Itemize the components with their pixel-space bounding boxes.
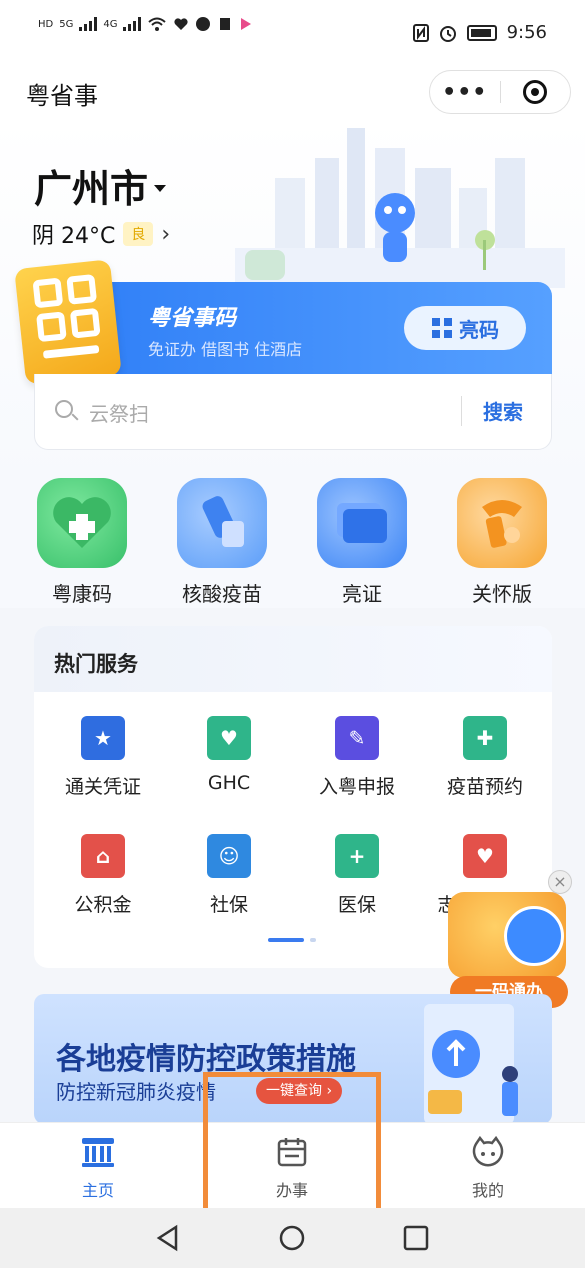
page-dot-active (268, 938, 304, 942)
one-code-widget[interactable]: × 一码通办 (448, 870, 572, 1010)
quick-label: 亮证 (342, 582, 382, 606)
service-customs-pass[interactable]: ★ 通关凭证 (38, 716, 168, 799)
quick-label: 核酸疫苗 (182, 582, 262, 606)
nav-home[interactable]: 主页 (38, 1135, 158, 1201)
test-tube-icon (177, 478, 267, 568)
search-button[interactable]: 搜索 (483, 396, 523, 425)
mini-program-capsule: ••• (429, 70, 571, 114)
service-housing-fund[interactable]: ⌂ 公积金 (38, 834, 168, 917)
target-icon (523, 80, 548, 104)
quick-item-show-id[interactable]: 亮证 (302, 478, 422, 607)
signal-icon (79, 17, 98, 31)
medical-shield-icon: + (335, 834, 379, 878)
service-label: 通关凭证 (64, 776, 141, 798)
banner-subtitle: 防控新冠肺炎疫情 (56, 1080, 216, 1104)
close-icon[interactable]: × (548, 870, 572, 894)
app-title: 粤省事 (26, 82, 98, 110)
service-social-security[interactable]: ☺ 社保 (164, 834, 294, 917)
nav-label: 主页 (81, 1181, 114, 1200)
show-code-label: 亮码 (459, 317, 499, 342)
close-program-button[interactable] (501, 80, 571, 104)
code-card-title: 粤省事码 (148, 306, 237, 331)
clock-time: 9:56 (506, 22, 547, 43)
heart-app-icon (174, 18, 189, 30)
hot-services-title: 热门服务 (34, 626, 552, 692)
app-icon (196, 17, 211, 31)
caret-down-icon (154, 185, 167, 192)
play-app-icon (241, 18, 252, 30)
house-fund-icon: ⌂ (81, 834, 125, 878)
quick-actions: 粤康码 核酸疫苗 亮证 关怀版 (0, 478, 585, 608)
service-label: GHC (207, 772, 251, 794)
chevron-right-icon: › (161, 221, 171, 247)
home-icon (82, 1138, 114, 1167)
battery-icon (466, 24, 497, 41)
mascot-icon (504, 906, 564, 966)
social-security-icon: ☺ (207, 834, 251, 878)
4g-label: 4G (103, 18, 118, 30)
quick-label: 关怀版 (472, 582, 532, 606)
wifi-icon (148, 17, 167, 31)
5g-label: 5G (59, 18, 74, 30)
hd-label: HD (38, 18, 54, 30)
home-circle-icon[interactable] (278, 1224, 306, 1252)
search-bar[interactable]: 云祭扫 搜索 (34, 374, 552, 450)
hero-section: 广州市 阴 24°C 良 › 粤省事码 免证办 借图书 住酒店 亮码 云祭扫 搜… (0, 118, 585, 478)
city-selector[interactable]: 广州市 (34, 158, 167, 213)
ticket-icon: ★ (81, 716, 125, 760)
service-vaccine-booking[interactable]: ✚ 疫苗预约 (420, 716, 550, 799)
syringe-icon: ✚ (463, 716, 507, 760)
status-bar: HD 5G 4G 9:56 (0, 0, 585, 66)
alarm-icon (439, 25, 456, 42)
aqi-badge: 良 (123, 222, 154, 246)
search-divider (461, 396, 462, 426)
qr-grid-icon (432, 318, 452, 338)
weather-info[interactable]: 阴 24°C 良 › (32, 218, 170, 250)
service-label: 医保 (337, 894, 376, 916)
nav-label: 我的 (471, 1181, 504, 1200)
highlight-box (203, 1072, 381, 1214)
service-label: 入粤申报 (318, 776, 395, 798)
more-options-button[interactable]: ••• (430, 80, 500, 105)
edit-doc-icon: ✎ (335, 716, 379, 760)
qr-code-badge-icon (14, 259, 122, 385)
profile-icon (472, 1136, 504, 1167)
quick-label: 粤康码 (52, 582, 112, 606)
service-ghc[interactable]: ♥ GHC (164, 716, 294, 794)
recents-icon[interactable] (402, 1224, 430, 1252)
ghc-logo-icon: ♥ (207, 716, 251, 760)
system-navigation (0, 1208, 585, 1268)
city-name: 广州市 (34, 167, 149, 211)
quick-item-health-code[interactable]: 粤康码 (22, 478, 142, 607)
back-icon[interactable] (154, 1224, 182, 1252)
quick-item-care-edition[interactable]: 关怀版 (442, 478, 562, 607)
city-skyline-illustration (235, 128, 565, 288)
code-card-subtitle: 免证办 借图书 住酒店 (148, 340, 303, 359)
nav-profile[interactable]: 我的 (428, 1135, 548, 1201)
status-left: HD 5G 4G (38, 16, 253, 32)
pagination-dots (268, 938, 316, 942)
search-input[interactable]: 云祭扫 (89, 398, 149, 427)
app-icon (220, 18, 231, 30)
health-heart-icon (37, 478, 127, 568)
wallet-icon (317, 478, 407, 568)
search-icon (55, 400, 73, 418)
status-right: 9:56 (412, 22, 547, 43)
banner-illustration (424, 1004, 518, 1124)
weather-text: 阴 24°C (32, 224, 116, 249)
service-label: 疫苗预约 (446, 776, 523, 798)
scarf-icon (457, 478, 547, 568)
service-medical-insurance[interactable]: + 医保 (292, 834, 422, 917)
show-code-button[interactable]: 亮码 (404, 306, 526, 350)
page-dot (310, 938, 316, 942)
service-label: 社保 (209, 894, 248, 916)
quick-item-nucleic-vaccine[interactable]: 核酸疫苗 (162, 478, 282, 607)
nfc-icon (412, 23, 429, 42)
service-entry-declaration[interactable]: ✎ 入粤申报 (292, 716, 422, 799)
app-header: 粤省事 ••• (0, 66, 585, 118)
service-label: 公积金 (74, 894, 132, 916)
signal-icon (123, 17, 142, 31)
